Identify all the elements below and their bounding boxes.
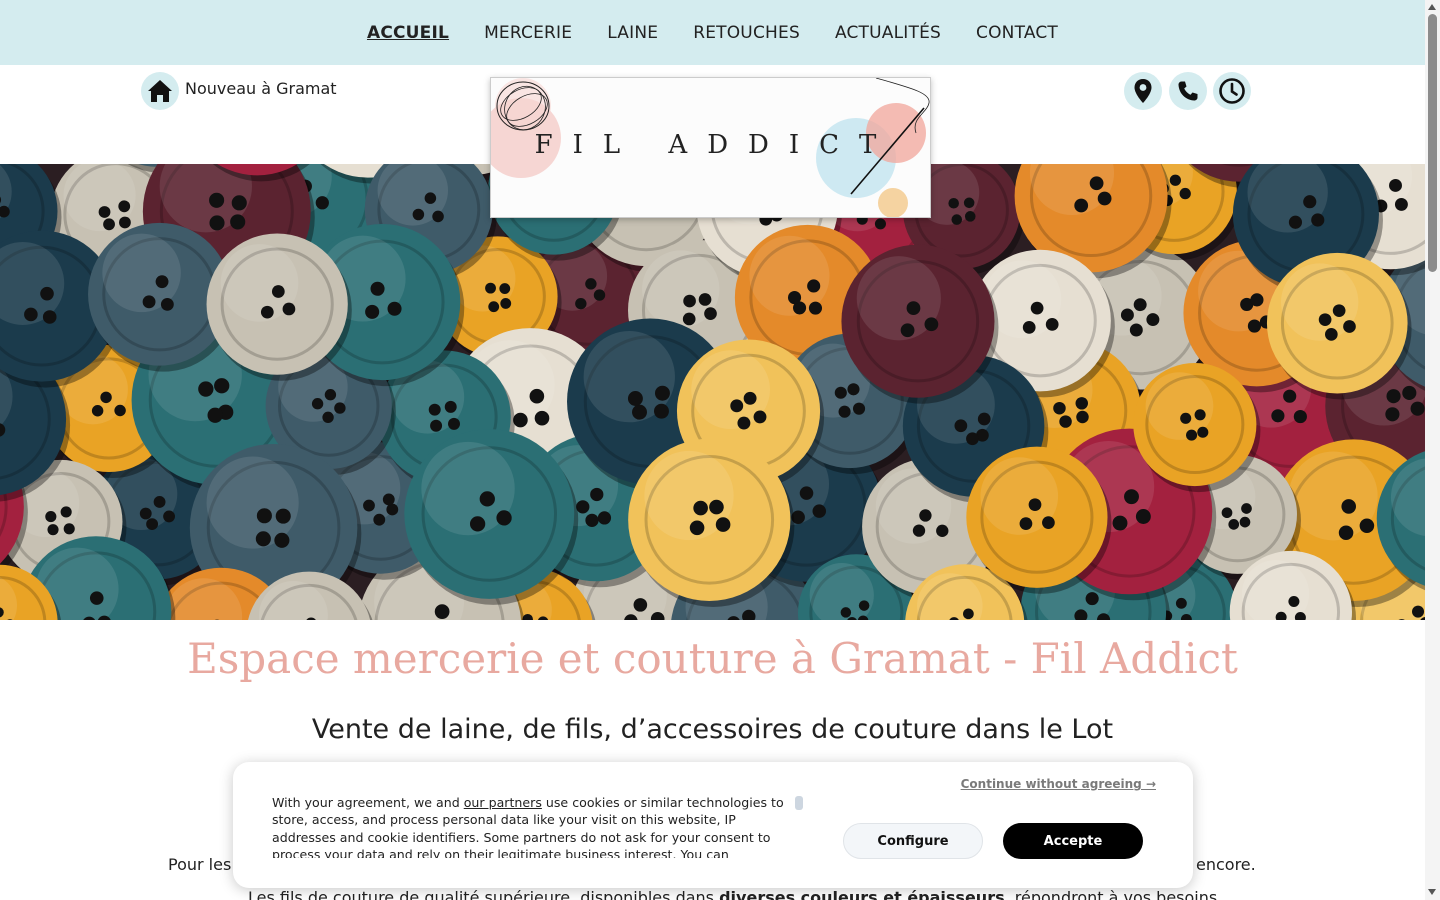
nav-item-contact[interactable]: CONTACT bbox=[959, 23, 1076, 43]
main-nav: ACCUEIL MERCERIE LAINE RETOUCHES ACTUALI… bbox=[0, 0, 1425, 65]
para2-bold: diverses couleurs et épaisseurs bbox=[719, 888, 1005, 900]
logo-text: FIL ADDICT bbox=[534, 130, 897, 160]
cookie-banner: Continue without agreeing → With your ag… bbox=[233, 762, 1193, 888]
hero-image bbox=[0, 164, 1425, 620]
page: ACCUEIL MERCERIE LAINE RETOUCHES ACTUALI… bbox=[0, 0, 1440, 900]
phone-button[interactable] bbox=[1169, 72, 1207, 110]
hours-button[interactable] bbox=[1213, 72, 1251, 110]
cookie-text-scrollbar[interactable] bbox=[795, 796, 803, 810]
buttons-illustration bbox=[0, 164, 1425, 620]
header-tagline: Nouveau à Gramat bbox=[185, 79, 337, 98]
cookie-text[interactable]: With your agreement, we and our partners… bbox=[272, 794, 792, 858]
nav-item-retouches[interactable]: RETOUCHES bbox=[676, 23, 818, 43]
accept-button[interactable]: Accepte bbox=[1003, 823, 1143, 859]
home-icon bbox=[148, 80, 172, 102]
para2-pre: Les fils de couture de qualité supérieur… bbox=[248, 888, 720, 900]
para2-post: , répondront à vos besoins bbox=[1004, 888, 1218, 900]
cookie-text-pre: With your agreement, we and bbox=[272, 795, 464, 810]
nav-item-actualites[interactable]: ACTUALITÉS bbox=[817, 23, 958, 43]
intro-text-start: Pour les bbox=[168, 855, 232, 874]
nav-item-mercerie[interactable]: MERCERIE bbox=[467, 23, 590, 43]
page-subtitle: Vente de laine, de fils, d’accessoires d… bbox=[311, 714, 1114, 745]
site-logo[interactable]: FIL ADDICT bbox=[490, 77, 931, 218]
intro-text-end: encore. bbox=[1196, 855, 1256, 874]
scroll-up-arrow-icon[interactable] bbox=[1428, 4, 1436, 10]
continue-without-agreeing-link[interactable]: Continue without agreeing → bbox=[961, 777, 1156, 791]
our-partners-link[interactable]: our partners bbox=[464, 795, 542, 810]
home-button[interactable] bbox=[141, 72, 179, 110]
clock-icon bbox=[1219, 78, 1245, 104]
location-pin-icon bbox=[1134, 79, 1152, 103]
scrollbar-thumb[interactable] bbox=[1428, 14, 1437, 272]
configure-button[interactable]: Configure bbox=[843, 823, 983, 859]
page-scrollbar[interactable] bbox=[1425, 0, 1440, 900]
nav-item-laine[interactable]: LAINE bbox=[590, 23, 676, 43]
page-title: Espace mercerie et couture à Gramat - Fi… bbox=[187, 634, 1238, 683]
nav-item-accueil[interactable]: ACCUEIL bbox=[349, 23, 466, 43]
scroll-down-arrow-icon[interactable] bbox=[1428, 889, 1436, 895]
location-button[interactable] bbox=[1124, 72, 1162, 110]
phone-icon bbox=[1178, 81, 1198, 101]
intro-paragraph-2: Les fils de couture de qualité supérieur… bbox=[248, 888, 1217, 900]
